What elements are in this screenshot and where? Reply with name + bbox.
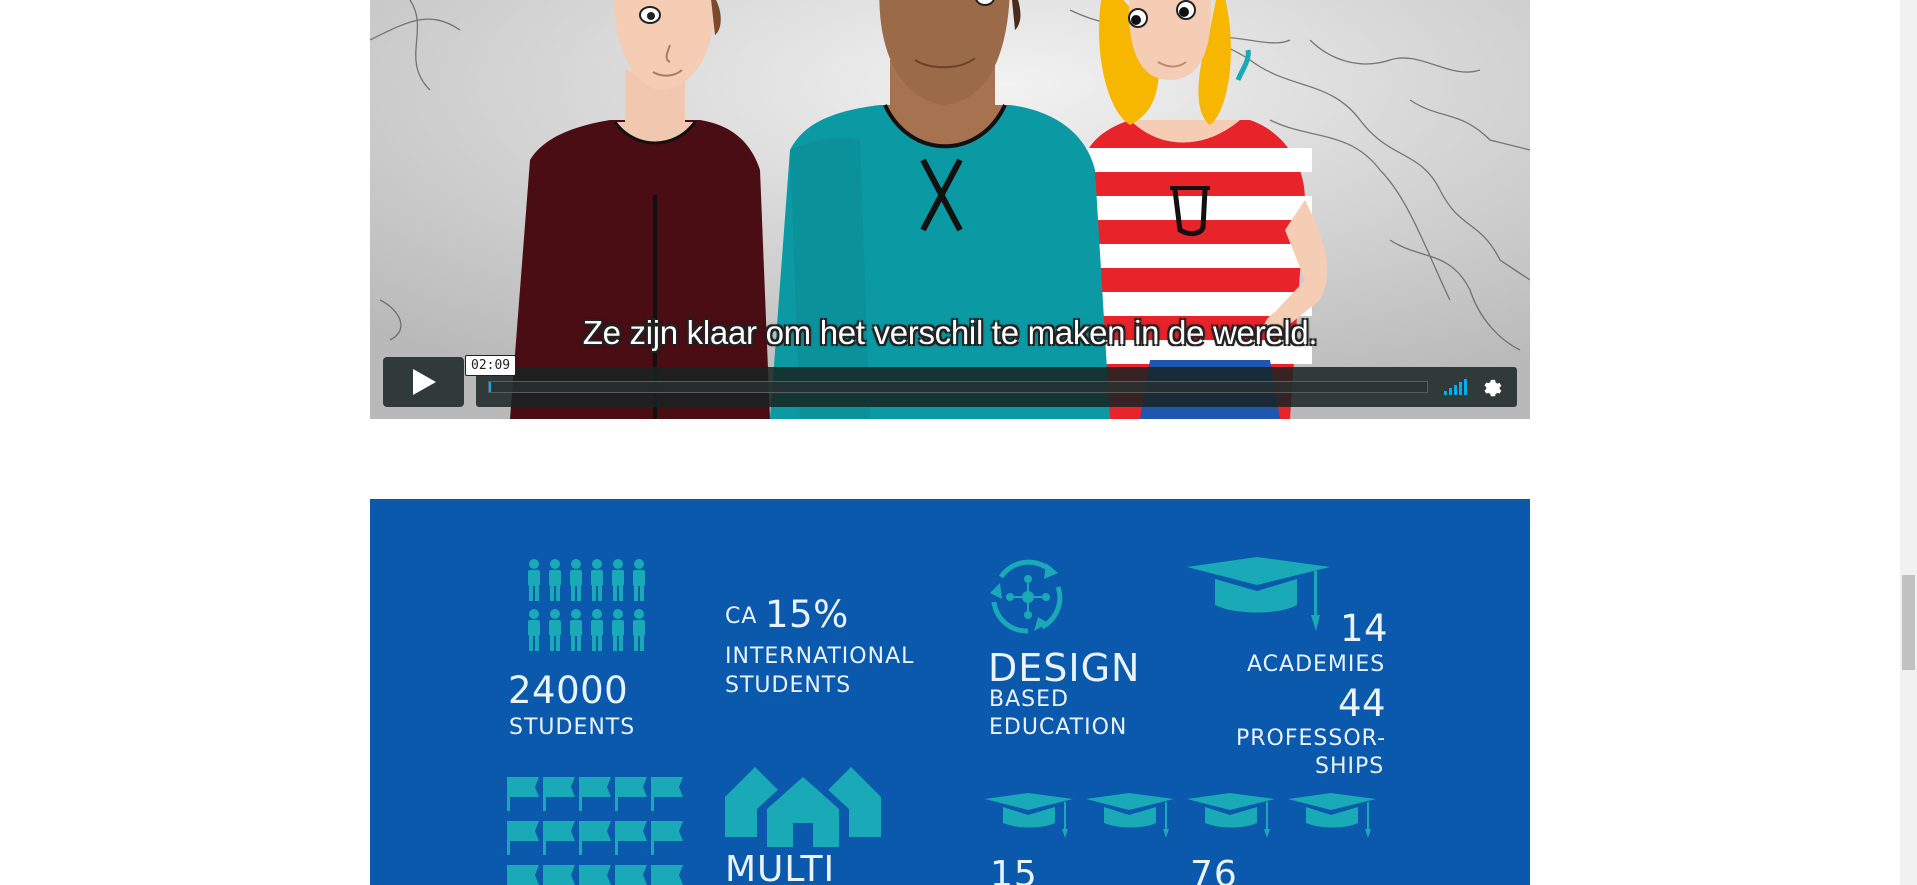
students-number: 24000 (508, 669, 629, 712)
page-scrollbar[interactable] (1900, 0, 1917, 885)
bottom-number-2: 76 (1190, 854, 1238, 885)
intl-number: 15% (765, 593, 849, 636)
students-people-icon (528, 559, 645, 651)
progress-bar[interactable] (488, 381, 1428, 393)
houses-icon (725, 767, 881, 847)
scrollbar-thumb[interactable] (1902, 575, 1915, 670)
volume-icon[interactable] (1444, 379, 1472, 395)
professorships-line1: PROFESSOR- (1236, 726, 1387, 751)
design-line1: BASED (989, 687, 1069, 712)
bottom-number-1: 15 (990, 854, 1038, 885)
play-icon (412, 369, 436, 395)
gear-icon[interactable] (1482, 377, 1502, 397)
design-line2: EDUCATION (989, 715, 1128, 740)
infographic-panel: 24000 STUDENTS CA 15% INTERNATIONAL STUD… (370, 499, 1530, 885)
flags-icon (507, 777, 683, 885)
intl-line1: INTERNATIONAL (725, 644, 915, 669)
academies-number: 14 (1340, 607, 1389, 650)
intl-line2: STUDENTS (725, 673, 852, 698)
time-tooltip: 02:09 (465, 355, 517, 376)
professorships-line2: SHIPS (1315, 754, 1385, 779)
graduation-caps-row-icon (985, 793, 1376, 838)
professorships-number: 44 (1338, 682, 1387, 725)
students-label: STUDENTS (509, 715, 636, 740)
video-player[interactable]: Ze zijn klaar om het verschil te maken i… (370, 0, 1530, 419)
video-control-bar (476, 367, 1517, 407)
play-button[interactable] (383, 357, 464, 407)
design-cycle-icon (990, 559, 1063, 634)
video-frame-illustration (370, 0, 1530, 419)
multi-label: MULTI (725, 849, 836, 885)
design-title: DESIGN (988, 646, 1141, 690)
intl-prefix: CA (725, 604, 758, 629)
video-subtitle: Ze zijn klaar om het verschil te maken i… (582, 314, 1318, 351)
graduation-cap-icon (1187, 557, 1330, 631)
academies-label: ACADEMIES (1247, 652, 1386, 677)
progress-fill (489, 382, 491, 392)
